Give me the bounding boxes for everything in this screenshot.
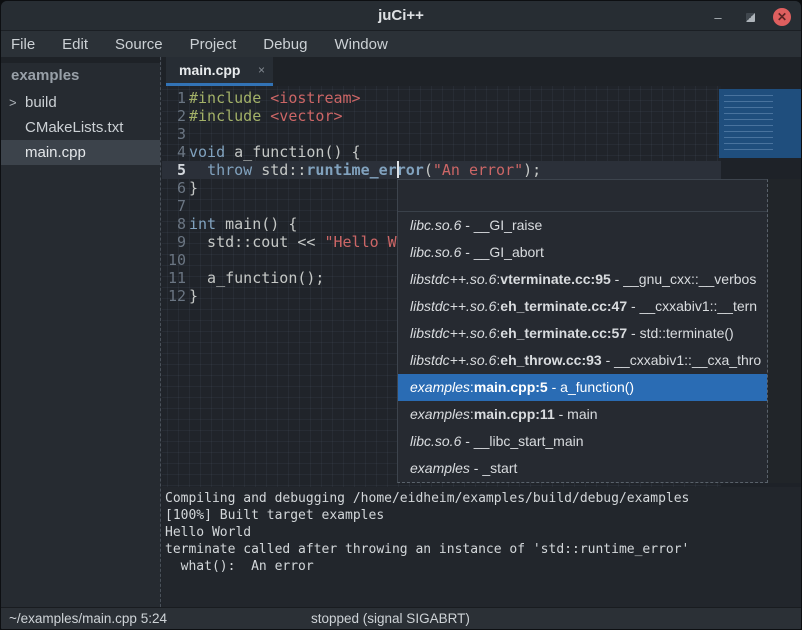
menu-file[interactable]: File (11, 36, 35, 53)
code-line[interactable]: 5 throw std::runtime_error("An error"); (162, 161, 801, 179)
backtrace-frame[interactable]: libstdc++.so.6:vterminate.cc:95 - __gnu_… (398, 266, 767, 293)
status-debug-state: stopped (signal SIGABRT) (311, 611, 470, 626)
titlebar[interactable]: juCi++ – ✕ (1, 1, 801, 31)
maximize-button[interactable] (741, 8, 759, 26)
line-text: throw std::runtime_error("An error"); (186, 161, 541, 179)
tree-item-maincpp[interactable]: main.cpp (1, 140, 160, 165)
terminal-line: Compiling and debugging /home/eidheim/ex… (165, 490, 801, 507)
tree-item-label: main.cpp (25, 140, 86, 165)
backtrace-frame[interactable]: examples:main.cpp:5 - a_function() (398, 374, 767, 401)
code-line[interactable]: 3 (162, 125, 801, 143)
menu-project[interactable]: Project (190, 36, 237, 53)
minimap-code-lines (724, 95, 773, 150)
line-number: 3 (162, 125, 186, 143)
line-number: 8 (162, 215, 186, 233)
line-number: 11 (162, 269, 186, 287)
app-window: juCi++ – ✕ File Edit Source Project Debu… (0, 0, 802, 630)
popup-right-gutter (766, 179, 801, 483)
chevron-right-icon[interactable]: > (9, 90, 17, 115)
line-text: std::cout << "Hello W (186, 233, 397, 251)
menubar: File Edit Source Project Debug Window (1, 31, 801, 57)
line-number: 10 (162, 251, 186, 269)
line-number: 7 (162, 197, 186, 215)
tree-item-build[interactable]: > build (1, 90, 160, 115)
line-text: a_function(); (186, 269, 324, 287)
line-number: 9 (162, 233, 186, 251)
statusbar: ~/examples/main.cpp 5:24 stopped (signal… (1, 607, 801, 629)
line-text: int main() { (186, 215, 297, 233)
close-icon: ✕ (777, 10, 787, 24)
window-title: juCi++ (1, 7, 801, 24)
menu-edit[interactable]: Edit (62, 36, 88, 53)
text-cursor (397, 161, 399, 178)
menu-debug[interactable]: Debug (263, 36, 307, 53)
minimize-button[interactable]: – (709, 8, 727, 26)
file-tree-panel: examples > build CMakeLists.txt main.cpp (1, 57, 161, 607)
minimap[interactable] (719, 89, 801, 158)
tabbar: main.cpp × (162, 57, 801, 86)
tab-maincpp[interactable]: main.cpp × (166, 57, 273, 86)
backtrace-frame[interactable]: libc.so.6 - __GI_abort (398, 239, 767, 266)
line-text: #include <vector> (186, 107, 343, 125)
backtrace-frame[interactable]: libstdc++.so.6:eh_terminate.cc:47 - __cx… (398, 293, 767, 320)
line-text: } (186, 287, 198, 305)
backtrace-frame[interactable]: libc.so.6 - __libc_start_main (398, 428, 767, 455)
backtrace-frame[interactable]: libc.so.6 - __GI_raise (398, 212, 767, 239)
code-line[interactable]: 1#include <iostream> (162, 89, 801, 107)
backtrace-list: libc.so.6 - __GI_raiselibc.so.6 - __GI_a… (398, 212, 767, 482)
line-text (186, 197, 189, 215)
tab-label: main.cpp (179, 62, 240, 78)
line-number: 6 (162, 179, 186, 197)
backtrace-frame[interactable]: examples - _start (398, 455, 767, 482)
terminal-line: terminate called after throwing an insta… (165, 541, 801, 558)
backtrace-frame[interactable]: examples:main.cpp:11 - main (398, 401, 767, 428)
popup-search-entry[interactable] (398, 180, 767, 212)
line-text: void a_function() { (186, 143, 361, 161)
line-number: 12 (162, 287, 186, 305)
maximize-icon (746, 13, 755, 22)
line-number: 5 (162, 161, 186, 179)
line-text: } (186, 179, 198, 197)
code-line[interactable]: 4void a_function() { (162, 143, 801, 161)
backtrace-popup: libc.so.6 - __GI_raiselibc.so.6 - __GI_a… (397, 179, 768, 483)
code-editor[interactable]: 1#include <iostream>2#include <vector>34… (162, 86, 801, 487)
minimize-icon: – (714, 10, 721, 25)
status-file-location: ~/examples/main.cpp 5:24 (9, 611, 167, 626)
tree-item-label: CMakeLists.txt (25, 115, 123, 140)
terminal-line: Hello World (165, 524, 801, 541)
project-root-label: examples (1, 63, 160, 90)
terminal-line: [100%] Built target examples (165, 507, 801, 524)
line-number: 4 (162, 143, 186, 161)
tab-close-icon[interactable]: × (258, 63, 265, 77)
tree-item-label: build (25, 90, 57, 115)
tree-item-cmakelists[interactable]: CMakeLists.txt (1, 115, 160, 140)
line-text (186, 251, 189, 269)
code-line[interactable]: 2#include <vector> (162, 107, 801, 125)
main-area: main.cpp × 1#include <iostream>2#include… (162, 57, 801, 607)
backtrace-frame[interactable]: libstdc++.so.6:eh_throw.cc:93 - __cxxabi… (398, 347, 767, 374)
line-number: 2 (162, 107, 186, 125)
line-text (186, 125, 189, 143)
line-text: #include <iostream> (186, 89, 361, 107)
terminal-line: what(): An error (165, 558, 801, 575)
terminal-output[interactable]: Compiling and debugging /home/eidheim/ex… (162, 487, 801, 607)
menu-source[interactable]: Source (115, 36, 163, 53)
close-button[interactable]: ✕ (773, 8, 791, 26)
backtrace-frame[interactable]: libstdc++.so.6:eh_terminate.cc:57 - std:… (398, 320, 767, 347)
menu-window[interactable]: Window (334, 36, 387, 53)
line-number: 1 (162, 89, 186, 107)
